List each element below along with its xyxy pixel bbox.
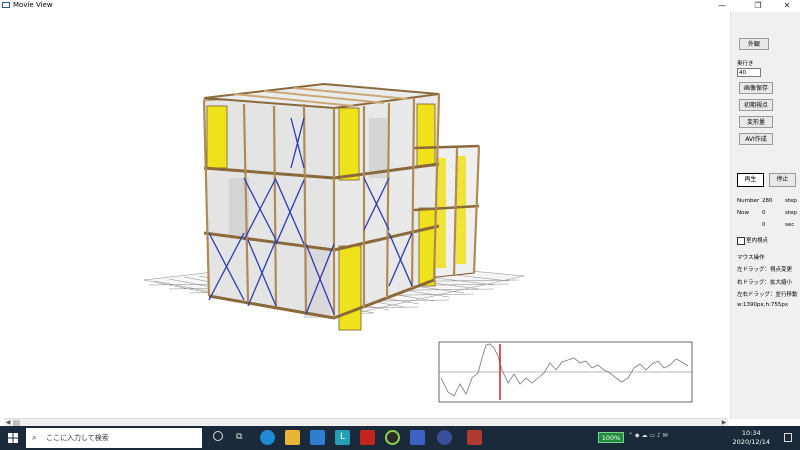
windows-start-icon[interactable] <box>8 433 18 443</box>
task-view-icon[interactable]: ⧉ <box>236 432 242 442</box>
minimize-button[interactable]: — <box>709 0 735 12</box>
exterior-button[interactable]: 外観 <box>739 38 769 50</box>
window-title: Movie View <box>13 1 53 9</box>
left-drag-help: 左ドラッグ：視点変更 <box>737 267 793 273</box>
time-unit: sec <box>785 222 795 228</box>
time-value: 0 <box>762 222 766 228</box>
initial-view-button[interactable]: 初期視点 <box>739 99 773 111</box>
tray-icons[interactable]: ⌃ ◆ ☁ ▭ ♪ ✉ <box>628 432 668 439</box>
search-input[interactable]: ⌕ ここに入力して検索 <box>26 428 202 448</box>
app-icon-b[interactable] <box>467 430 482 445</box>
folder-icon[interactable] <box>285 430 300 445</box>
clock-date: 2020/12/14 <box>732 438 770 446</box>
deform-button[interactable]: 変形量 <box>739 116 773 128</box>
mouse-ops-title: マウス操作 <box>737 255 765 261</box>
mcafee-icon[interactable] <box>360 430 375 445</box>
app-icon-a[interactable] <box>410 430 425 445</box>
control-panel: 外観 奥行き 40 画像保存 初期視点 変形量 AVI作成 再生 停止 Numb… <box>730 12 800 419</box>
search-placeholder: ここに入力して検索 <box>46 434 109 442</box>
depth-input[interactable]: 40 <box>737 68 761 77</box>
restore-button[interactable]: ❐ <box>745 0 771 12</box>
search-icon: ⌕ <box>32 433 37 442</box>
frame-model-render[interactable] <box>4 18 728 413</box>
number-label: Number <box>737 198 760 204</box>
number-value: 280 <box>762 198 773 204</box>
save-image-button[interactable]: 画像保存 <box>739 82 773 94</box>
depth-label: 奥行き <box>737 61 754 67</box>
taskbar: ⌕ ここに入力して検索 ⧉ L 100% ⌃ ◆ ☁ ▭ ♪ ✉ 10:34 2… <box>0 426 800 450</box>
now-unit: step <box>785 210 797 216</box>
right-drag-help: 右ドラッグ：拡大縮小 <box>737 280 793 286</box>
close-button[interactable]: ✕ <box>774 0 800 12</box>
cortana-icon[interactable] <box>213 431 223 441</box>
stop-button[interactable]: 停止 <box>769 173 796 187</box>
mail-icon[interactable] <box>310 430 325 445</box>
both-drag-help: 左右ドラッグ：並行移動 <box>737 292 798 298</box>
title-bar: Movie View — ❐ ✕ <box>0 0 800 12</box>
indoor-view-label: 室内視点 <box>746 238 769 244</box>
now-value: 0 <box>762 210 766 216</box>
waveform-graph <box>438 341 693 403</box>
avi-create-button[interactable]: AVI作成 <box>739 133 773 145</box>
clock-time: 10:34 <box>741 429 761 437</box>
app-icon <box>2 2 10 8</box>
edge-icon[interactable] <box>260 430 275 445</box>
settings-icon[interactable] <box>437 430 452 445</box>
indoor-view-checkbox[interactable] <box>737 237 745 245</box>
now-label: Now <box>737 210 749 216</box>
xbox-icon[interactable] <box>385 430 400 445</box>
clock[interactable]: 10:34 2020/12/14 <box>733 429 770 447</box>
size-text: w:1390px,h:755px <box>737 302 789 308</box>
play-button[interactable]: 再生 <box>737 173 764 187</box>
notification-icon[interactable] <box>784 433 792 442</box>
model-viewport[interactable] <box>4 18 728 413</box>
number-unit: step <box>785 198 797 204</box>
battery-indicator[interactable]: 100% <box>598 432 624 443</box>
app-l-icon[interactable]: L <box>335 430 350 445</box>
